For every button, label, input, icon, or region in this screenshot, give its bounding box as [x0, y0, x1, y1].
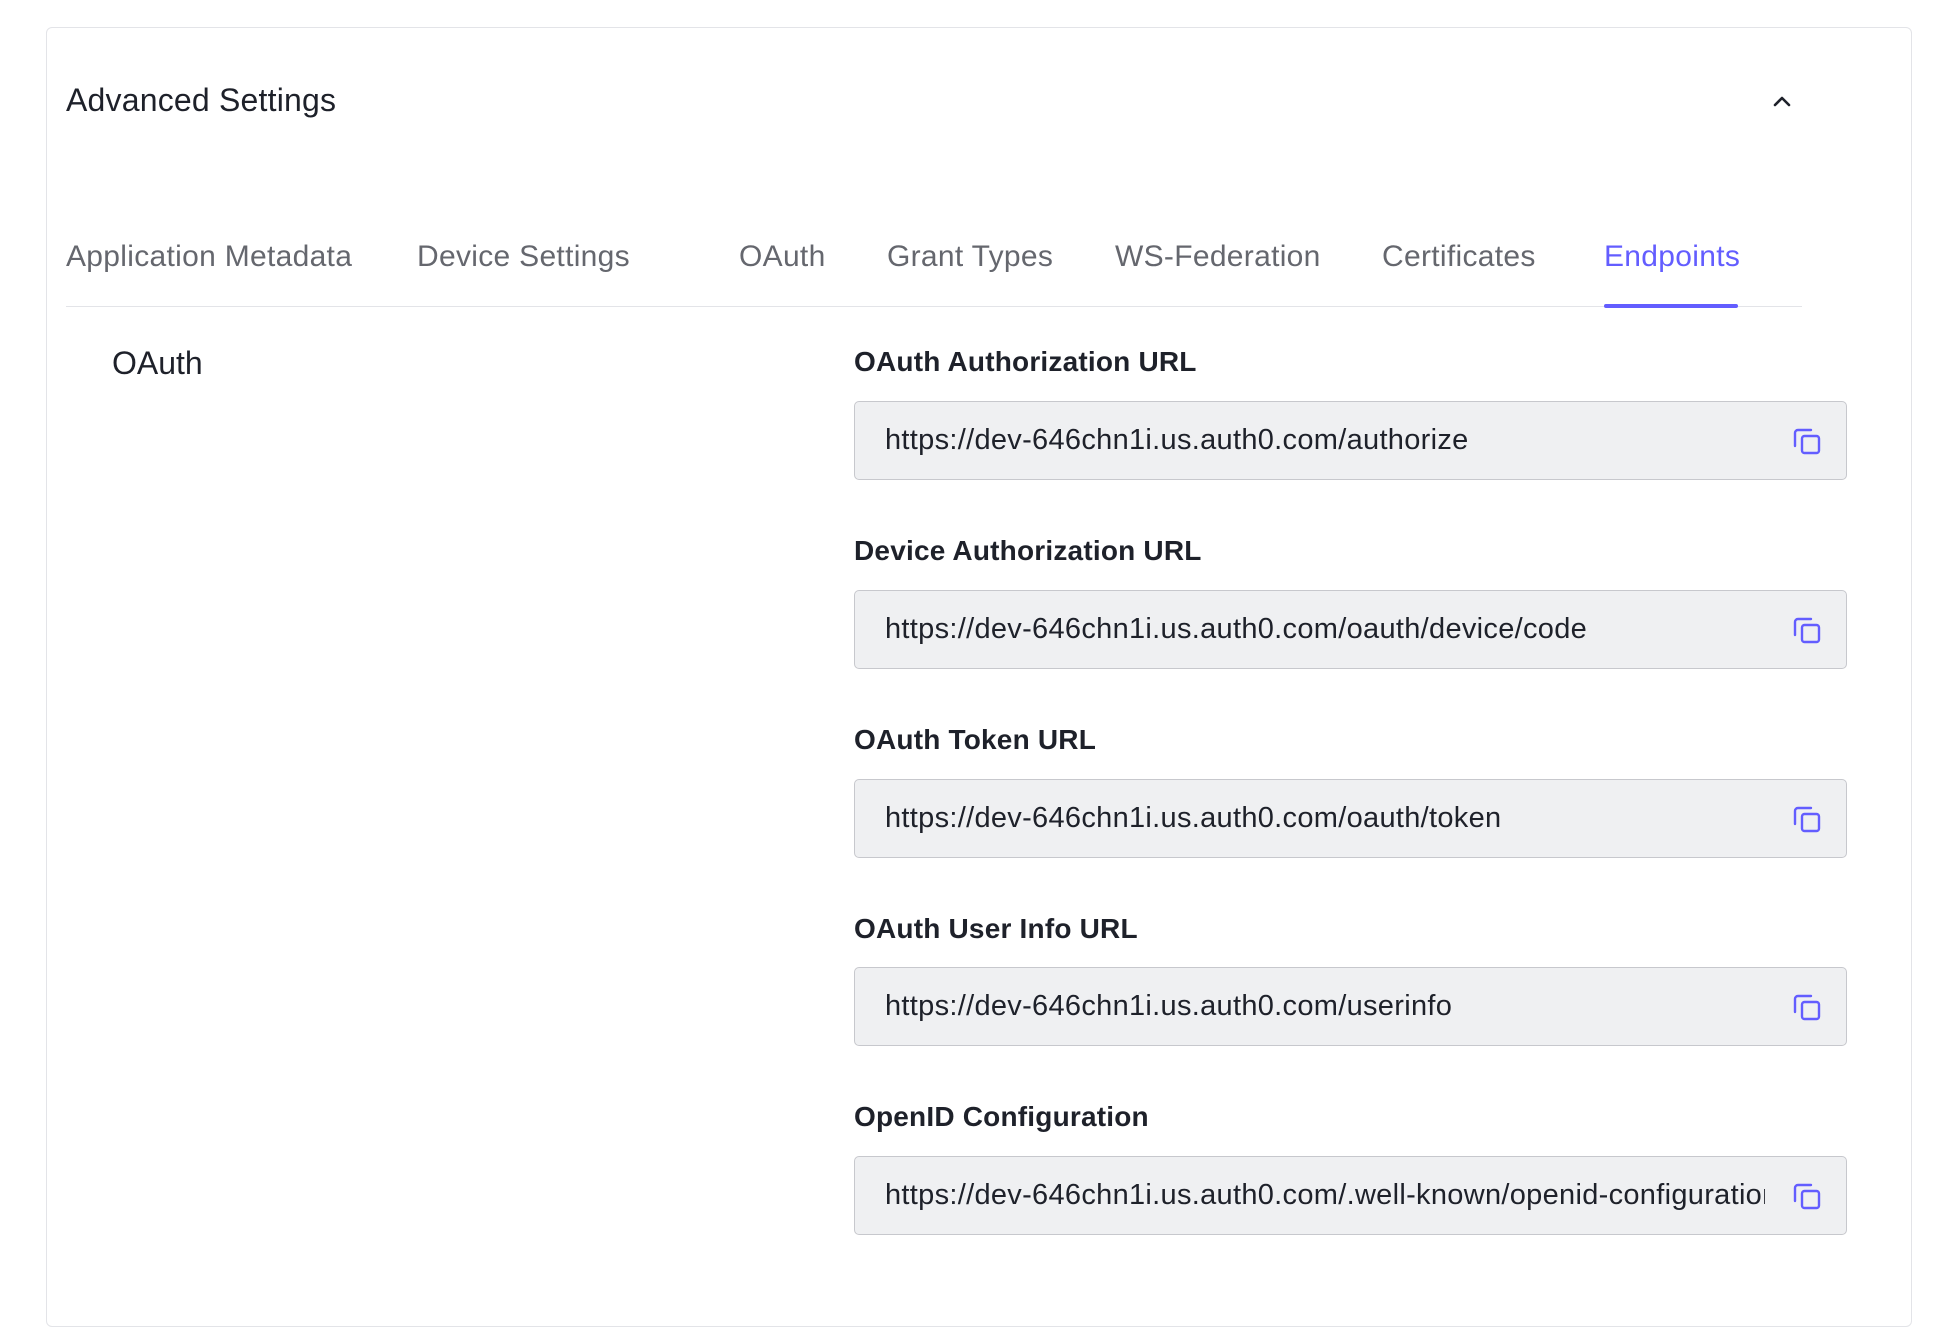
device-authorization-url-value[interactable]: https://dev-646chn1i.us.auth0.com/oauth/…: [885, 591, 1765, 667]
oauth-user-info-url-value[interactable]: https://dev-646chn1i.us.auth0.com/userin…: [885, 968, 1765, 1044]
section-title-oauth: OAuth: [112, 345, 203, 381]
tab-grant-types[interactable]: Grant Types: [887, 240, 1053, 274]
tab-ws-federation[interactable]: WS-Federation: [1115, 240, 1321, 274]
chevron-up-icon: [1773, 96, 1791, 107]
oauth-authorization-url-field[interactable]: https://dev-646chn1i.us.auth0.com/author…: [854, 401, 1847, 480]
tab-certificates[interactable]: Certificates: [1382, 240, 1536, 274]
oauth-token-url-value[interactable]: https://dev-646chn1i.us.auth0.com/oauth/…: [885, 780, 1765, 856]
copy-icon: [1793, 428, 1821, 455]
oauth-user-info-url-field[interactable]: https://dev-646chn1i.us.auth0.com/userin…: [854, 967, 1847, 1046]
device-authorization-url-field[interactable]: https://dev-646chn1i.us.auth0.com/oauth/…: [854, 590, 1847, 669]
collapse-button[interactable]: [1762, 80, 1802, 124]
copy-device-authorization-url-button[interactable]: [1790, 613, 1824, 647]
tab-application-metadata[interactable]: Application Metadata: [66, 240, 352, 274]
tab-device-settings[interactable]: Device Settings: [417, 240, 630, 274]
openid-configuration-field[interactable]: https://dev-646chn1i.us.auth0.com/.well-…: [854, 1156, 1847, 1235]
oauth-authorization-url-label: OAuth Authorization URL: [854, 346, 1197, 377]
settings-tabs: Application Metadata Device Settings OAu…: [66, 230, 1802, 308]
copy-icon: [1793, 806, 1821, 833]
copy-openid-configuration-button[interactable]: [1790, 1179, 1824, 1213]
advanced-settings-title: Advanced Settings: [66, 82, 337, 118]
copy-oauth-authorization-url-button[interactable]: [1790, 424, 1824, 458]
oauth-authorization-url-value[interactable]: https://dev-646chn1i.us.auth0.com/author…: [885, 402, 1765, 478]
copy-icon: [1793, 994, 1821, 1021]
tab-endpoints[interactable]: Endpoints: [1604, 240, 1740, 274]
oauth-user-info-url-label: OAuth User Info URL: [854, 913, 1138, 944]
openid-configuration-value[interactable]: https://dev-646chn1i.us.auth0.com/.well-…: [885, 1157, 1765, 1233]
oauth-token-url-field[interactable]: https://dev-646chn1i.us.auth0.com/oauth/…: [854, 779, 1847, 858]
active-tab-indicator: [1604, 304, 1738, 308]
advanced-settings-header[interactable]: Advanced Settings: [66, 80, 1802, 130]
oauth-token-url-label: OAuth Token URL: [854, 724, 1097, 755]
copy-oauth-user-info-url-button[interactable]: [1790, 990, 1824, 1024]
copy-icon: [1793, 1183, 1821, 1210]
copy-oauth-token-url-button[interactable]: [1790, 802, 1824, 836]
device-authorization-url-label: Device Authorization URL: [854, 535, 1202, 566]
tab-oauth[interactable]: OAuth: [739, 240, 826, 274]
openid-configuration-label: OpenID Configuration: [854, 1101, 1149, 1132]
copy-icon: [1793, 617, 1821, 644]
